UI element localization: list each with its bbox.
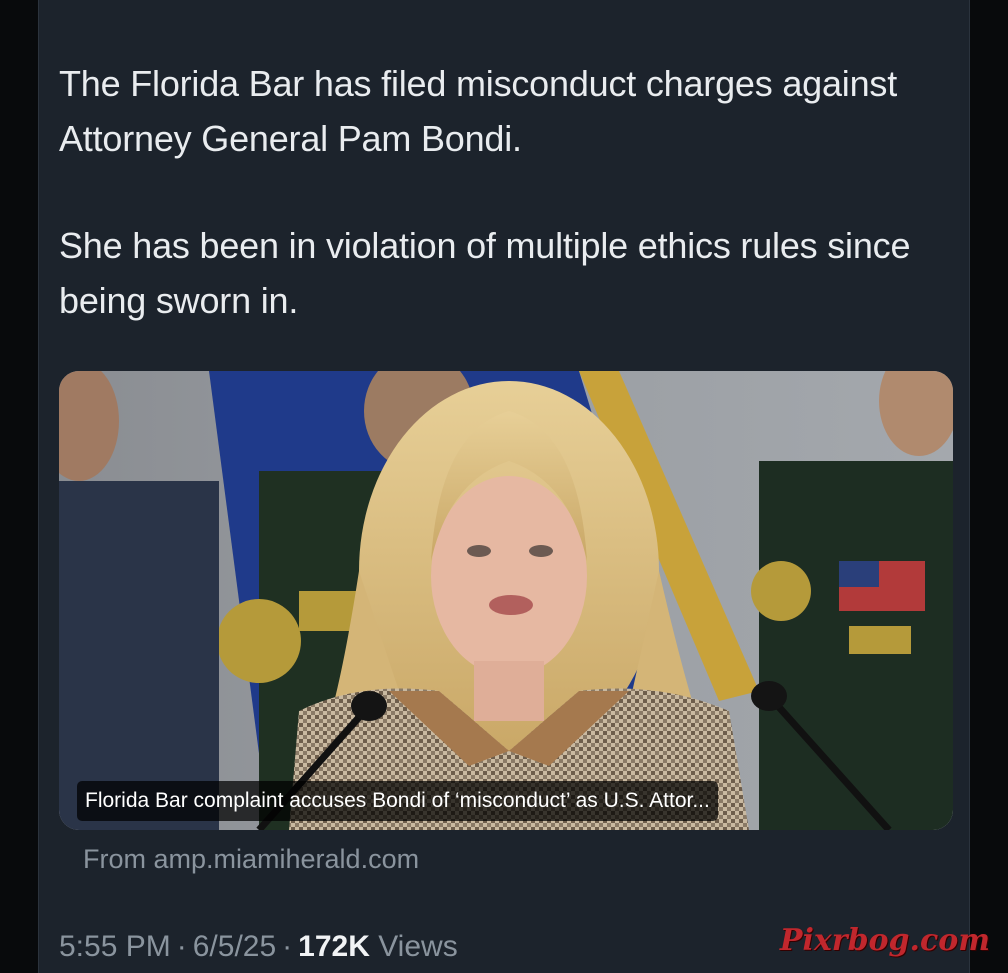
tweet-text-paragraph-2: She has been in violation of multiple et… [59, 225, 911, 321]
separator-dot: · [282, 930, 293, 963]
separator-dot: · [176, 930, 187, 963]
link-source[interactable]: From amp.miamiherald.com [83, 842, 419, 876]
tweet-time[interactable]: 5:55 PM [59, 930, 171, 963]
views-count[interactable]: 172K [298, 930, 370, 963]
frame-right [970, 0, 1008, 973]
tweet-text-paragraph-1: The Florida Bar has filed misconduct cha… [59, 63, 898, 159]
frame-left [0, 0, 38, 973]
tweet-card: The Florida Bar has filed misconduct cha… [38, 0, 970, 973]
link-preview-card[interactable]: Florida Bar complaint accuses Bondi of ‘… [59, 371, 953, 830]
views-label: Views [378, 930, 458, 963]
tweet-date[interactable]: 6/5/25 [193, 930, 276, 963]
tweet-text: The Florida Bar has filed misconduct cha… [59, 56, 939, 328]
link-preview-headline: Florida Bar complaint accuses Bondi of ‘… [77, 781, 718, 821]
tweet-metadata: 5:55 PM · 6/5/25 · 172K Views [59, 927, 458, 967]
watermark: Pixrbog.com [779, 923, 990, 958]
link-preview-image [59, 371, 953, 830]
